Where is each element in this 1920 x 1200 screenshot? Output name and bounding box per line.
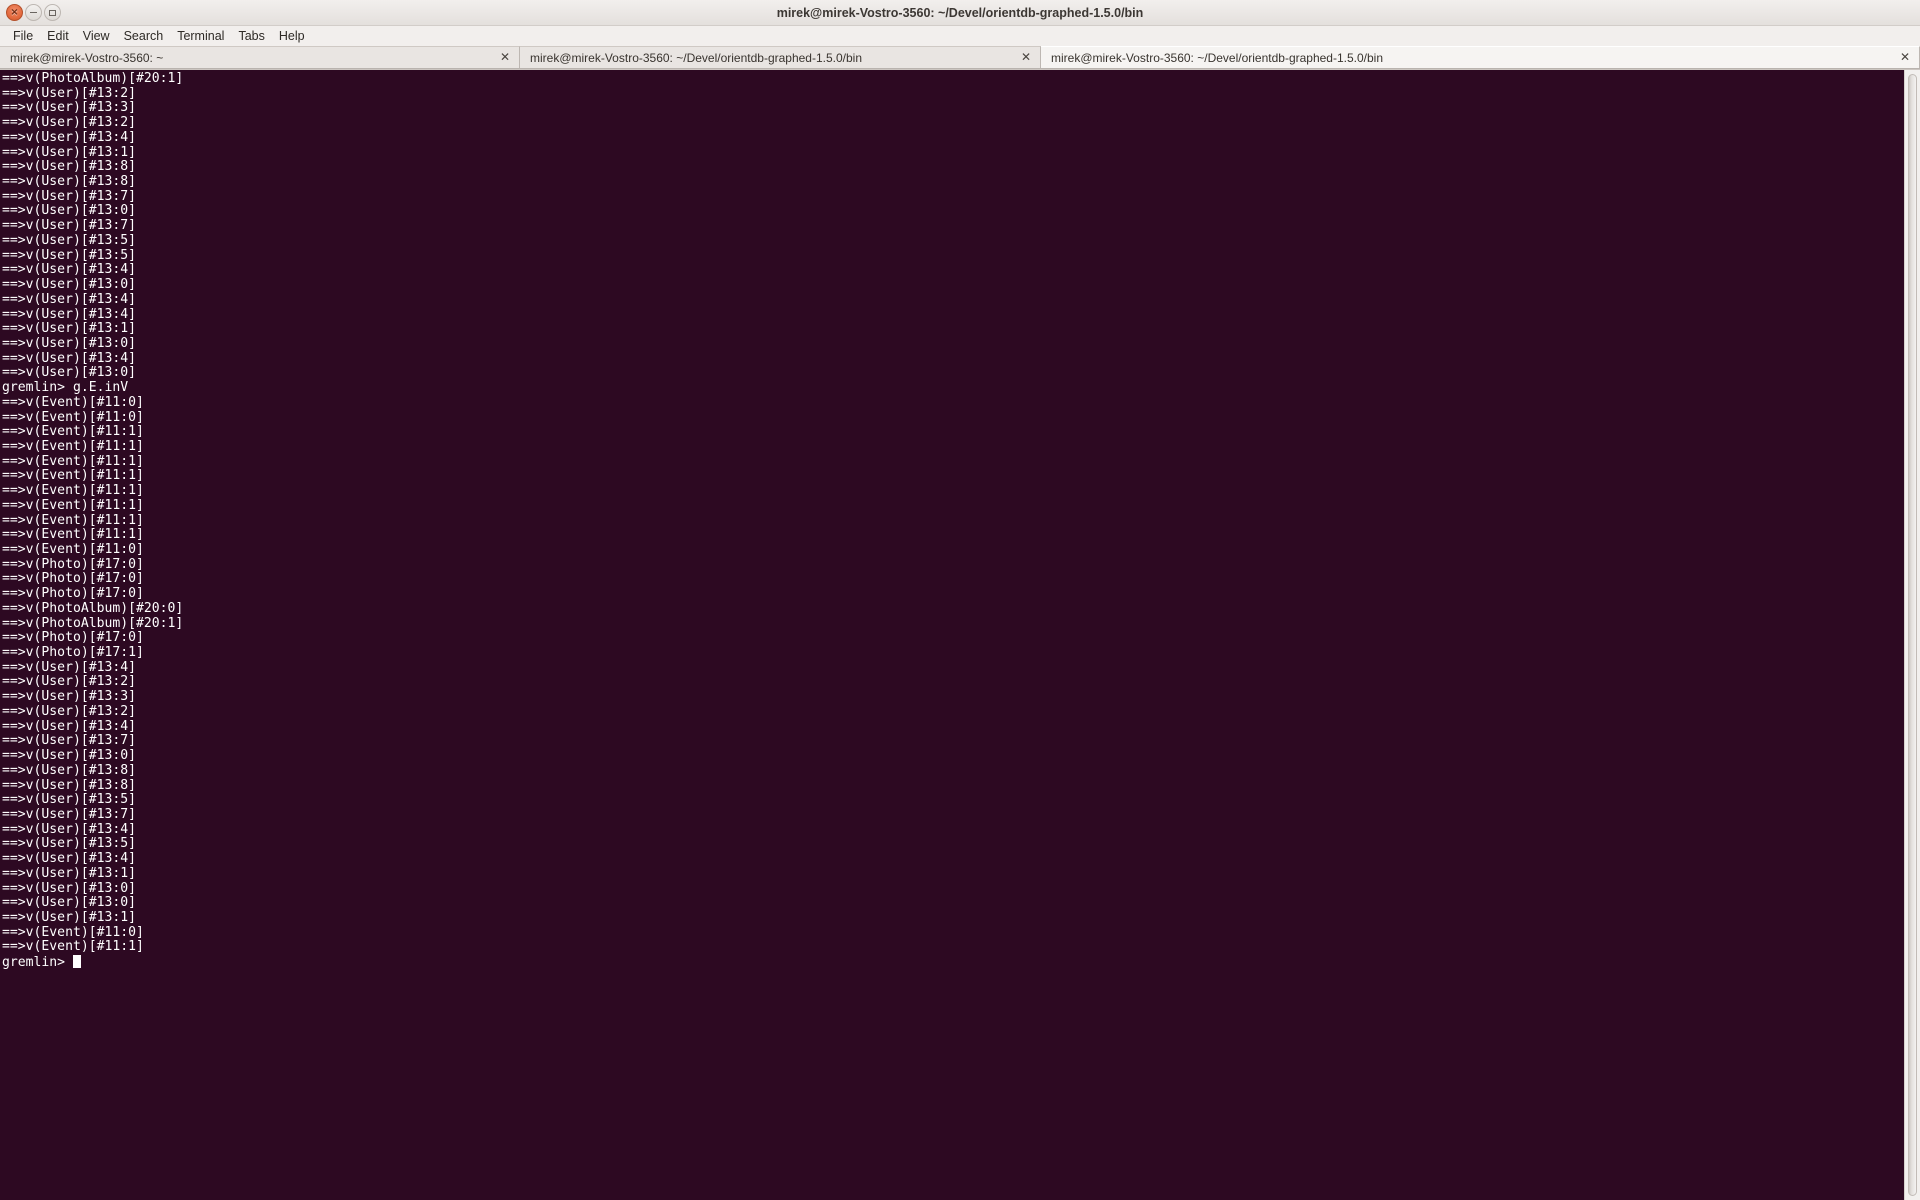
terminal-line: ==>v(User)[#13:1] xyxy=(2,321,137,337)
terminal-line: ==>v(User)[#13:7] xyxy=(2,188,137,204)
terminal-line: ==>v(User)[#13:0] xyxy=(2,748,137,764)
terminal-line: ==>v(Event)[#11:0] xyxy=(2,542,144,557)
minimize-window-button[interactable] xyxy=(25,4,42,21)
tab-label: mirek@mirek-Vostro-3560: ~/Devel/orientd… xyxy=(530,50,863,65)
terminal-line: ==>v(User)[#13:4] xyxy=(2,291,137,307)
tab-bin-2[interactable]: mirek@mirek-Vostro-3560: ~/Devel/orientd… xyxy=(1041,46,1920,68)
terminal-line: ==>v(PhotoAlbum)[#20:1] xyxy=(2,71,184,86)
terminal-output[interactable]: ==>v(PhotoAlbum)[#20:1] ==>v(User)[#13:2]… xyxy=(0,70,1904,1200)
terminal-cursor xyxy=(72,955,81,969)
close-icon[interactable]: ✕ xyxy=(1899,51,1911,64)
terminal-line: ==>v(Event)[#11:1] xyxy=(2,497,144,513)
terminal-window: × mirek@mirek-Vostro-3560: ~/Devel/orien… xyxy=(0,0,1920,1200)
terminal-line: ==>v(User)[#13:0] xyxy=(2,277,137,293)
terminal-line: ==>v(User)[#13:4] xyxy=(2,262,137,278)
tab-bar: mirek@mirek-Vostro-3560: ~ ✕ mirek@mirek… xyxy=(0,46,1920,69)
terminal-line: ==>v(Photo)[#17:0] xyxy=(2,586,144,602)
terminal-line: gremlin> g.E.inV xyxy=(2,380,129,396)
maximize-window-button[interactable] xyxy=(44,4,61,21)
terminal-line: ==>v(User)[#13:1] xyxy=(2,144,137,160)
menu-file[interactable]: File xyxy=(6,26,40,46)
terminal-line: ==>v(Event)[#11:1] xyxy=(2,468,144,484)
tab-bin-1[interactable]: mirek@mirek-Vostro-3560: ~/Devel/orientd… xyxy=(520,46,1041,68)
menu-tabs[interactable]: Tabs xyxy=(231,26,271,46)
terminal-line: ==>v(User)[#13:0] xyxy=(2,335,137,351)
terminal-line: ==>v(Event)[#11:1] xyxy=(2,424,144,440)
menu-view[interactable]: View xyxy=(76,26,117,46)
terminal-line: ==>v(User)[#13:3] xyxy=(2,689,137,705)
terminal-line: ==>v(User)[#13:8] xyxy=(2,174,137,190)
terminal-line: ==>v(User)[#13:5] xyxy=(2,836,137,852)
terminal-line: ==>v(User)[#13:7] xyxy=(2,806,137,822)
terminal-line: ==>v(User)[#13:8] xyxy=(2,159,137,175)
terminal-line: ==>v(User)[#13:7] xyxy=(2,218,137,234)
title-bar: × mirek@mirek-Vostro-3560: ~/Devel/orien… xyxy=(0,0,1920,26)
terminal-line: ==>v(Photo)[#17:0] xyxy=(2,556,144,572)
terminal-line: ==>v(Photo)[#17:0] xyxy=(2,571,144,587)
terminal-line: ==>v(Event)[#11:1] xyxy=(2,512,144,528)
terminal-line: ==>v(Event)[#11:0] xyxy=(2,394,144,410)
terminal-line: ==>v(User)[#13:5] xyxy=(2,232,137,248)
terminal-line: ==>v(User)[#13:0] xyxy=(2,895,137,911)
terminal-line: ==>v(User)[#13:2] xyxy=(2,674,137,690)
window-title: mirek@mirek-Vostro-3560: ~/Devel/orientd… xyxy=(776,5,1144,20)
terminal-line: ==>v(Event)[#11:0] xyxy=(2,409,144,425)
terminal-line: ==>v(User)[#13:1] xyxy=(2,865,137,881)
terminal-line: ==>v(User)[#13:0] xyxy=(2,880,137,896)
close-window-button[interactable]: × xyxy=(6,4,23,21)
menu-edit[interactable]: Edit xyxy=(40,26,76,46)
close-icon[interactable]: ✕ xyxy=(499,51,511,64)
terminal-line: ==>v(User)[#13:7] xyxy=(2,733,137,749)
tab-home[interactable]: mirek@mirek-Vostro-3560: ~ ✕ xyxy=(0,46,520,68)
terminal-line: ==>v(Event)[#11:1] xyxy=(2,483,144,499)
terminal-line: ==>v(Photo)[#17:0] xyxy=(2,630,144,646)
menu-terminal[interactable]: Terminal xyxy=(170,26,231,46)
terminal-line: ==>v(User)[#13:1] xyxy=(2,909,137,925)
terminal-line: ==>v(User)[#13:8] xyxy=(2,762,137,778)
terminal-scrollbar[interactable] xyxy=(1904,70,1920,1200)
terminal-line: ==>v(User)[#13:2] xyxy=(2,115,137,131)
terminal-line: ==>v(User)[#13:2] xyxy=(2,85,137,101)
terminal-line: ==>v(Event)[#11:1] xyxy=(2,939,144,955)
terminal-line: ==>v(Photo)[#17:1] xyxy=(2,645,144,661)
terminal-line: ==>v(User)[#13:4] xyxy=(2,659,137,675)
terminal-line: ==>v(User)[#13:4] xyxy=(2,851,137,867)
terminal-line: ==>v(Event)[#11:1] xyxy=(2,438,144,454)
terminal-line: ==>v(PhotoAlbum)[#20:1] xyxy=(2,615,184,631)
scrollbar-thumb[interactable] xyxy=(1908,74,1917,1196)
terminal-line: ==>v(User)[#13:5] xyxy=(2,247,137,263)
terminal-line: ==>v(User)[#13:0] xyxy=(2,203,137,219)
terminal-line: ==>v(User)[#13:4] xyxy=(2,821,137,837)
terminal-line: ==>v(Event)[#11:0] xyxy=(2,924,144,940)
terminal-line: ==>v(User)[#13:2] xyxy=(2,703,137,719)
terminal-line: ==>v(User)[#13:4] xyxy=(2,718,137,734)
terminal-line: ==>v(Event)[#11:1] xyxy=(2,453,144,469)
terminal-line: ==>v(User)[#13:8] xyxy=(2,777,137,793)
terminal-line: ==>v(User)[#13:4] xyxy=(2,306,137,322)
terminal-line: ==>v(User)[#13:3] xyxy=(2,100,137,116)
terminal-line: ==>v(User)[#13:5] xyxy=(2,792,137,808)
terminal-line: ==>v(User)[#13:4] xyxy=(2,129,137,145)
terminal-line: ==>v(PhotoAlbum)[#20:0] xyxy=(2,600,184,616)
tab-label: mirek@mirek-Vostro-3560: ~ xyxy=(10,50,164,65)
menu-help[interactable]: Help xyxy=(272,26,312,46)
terminal-line: ==>v(Event)[#11:1] xyxy=(2,527,144,543)
terminal-line: ==>v(User)[#13:0] xyxy=(2,365,137,381)
close-icon[interactable]: ✕ xyxy=(1020,51,1032,64)
terminal-prompt-line[interactable]: gremlin> xyxy=(2,955,1904,970)
menu-search[interactable]: Search xyxy=(117,26,171,46)
terminal-area: ==>v(PhotoAlbum)[#20:1] ==>v(User)[#13:2]… xyxy=(0,69,1920,1200)
tab-label: mirek@mirek-Vostro-3560: ~/Devel/orientd… xyxy=(1051,50,1384,65)
terminal-line: ==>v(User)[#13:4] xyxy=(2,350,137,366)
menu-bar: File Edit View Search Terminal Tabs Help xyxy=(0,26,1920,47)
